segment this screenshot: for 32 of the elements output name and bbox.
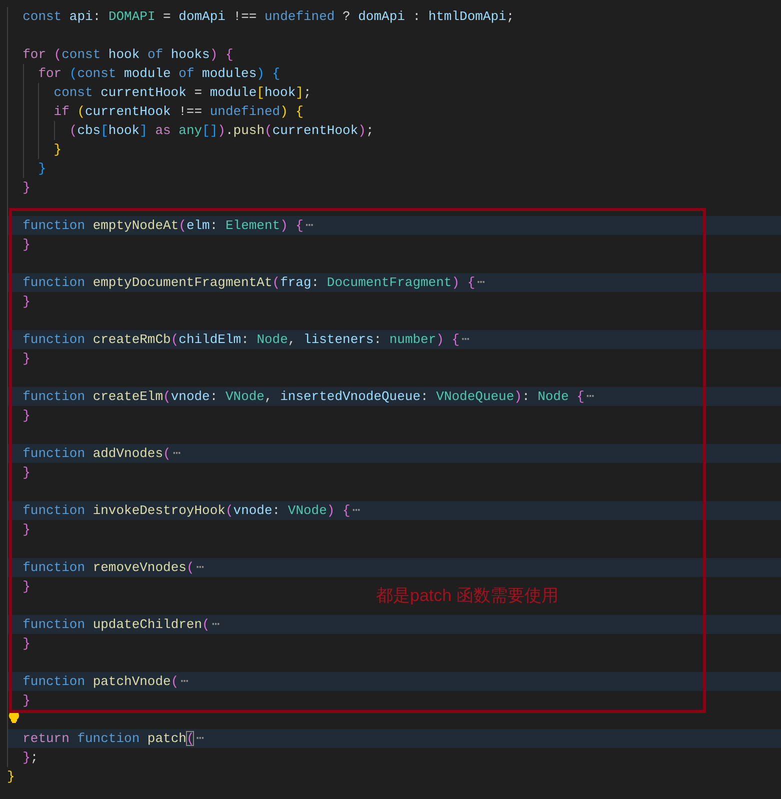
code-line: } bbox=[22, 464, 30, 482]
code-line: }; bbox=[22, 749, 38, 767]
code-line: } bbox=[54, 141, 62, 159]
code-line: function invokeDestroyHook(vnode: VNode) {⋯ bbox=[22, 502, 362, 520]
code-line: } bbox=[22, 692, 30, 710]
lightbulb-icon[interactable] bbox=[8, 710, 20, 723]
code-line: function emptyNodeAt(elm: Element) {⋯ bbox=[22, 217, 314, 235]
code-line: function createElm(vnode: VNode, insertedVnodeQueue: VNodeQueue): Node {⋯ bbox=[22, 388, 596, 406]
code-line: function addVnodes(⋯ bbox=[22, 445, 182, 463]
code-line: function emptyDocumentFragmentAt(frag: DocumentFragment) {⋯ bbox=[22, 274, 486, 292]
code-line: } bbox=[22, 179, 30, 197]
annotation-note: 都是patch 函数需要使用 bbox=[376, 585, 558, 607]
code-line: for (const module of modules) { bbox=[38, 65, 280, 83]
code-line: function removeVnodes(⋯ bbox=[22, 559, 206, 577]
code-line: } bbox=[22, 350, 30, 368]
code-line: } bbox=[22, 578, 30, 596]
code-line: function patchVnode(⋯ bbox=[22, 673, 190, 691]
code-line: } bbox=[7, 768, 15, 786]
code-line: (cbs[hook] as any[]).push(currentHook); bbox=[69, 122, 374, 140]
code-line: const api: DOMAPI = domApi !== undefined ? domApi : htmlDomApi; bbox=[22, 8, 514, 26]
code-line: const currentHook = module[hook]; bbox=[54, 84, 312, 102]
code-line: } bbox=[22, 521, 30, 539]
code-line: } bbox=[22, 635, 30, 653]
code-line: } bbox=[22, 236, 30, 254]
code-line: if (currentHook !== undefined) { bbox=[54, 103, 304, 121]
code-line: function createRmCb(childElm: Node, listeners: number) {⋯ bbox=[22, 331, 470, 349]
code-line: return function patch(⋯ bbox=[22, 730, 206, 748]
code-line: } bbox=[38, 160, 46, 178]
code-line: } bbox=[22, 293, 30, 311]
code-line: } bbox=[22, 407, 30, 425]
code-line: function updateChildren(⋯ bbox=[22, 616, 221, 634]
code-line: for (const hook of hooks) { bbox=[22, 46, 234, 64]
